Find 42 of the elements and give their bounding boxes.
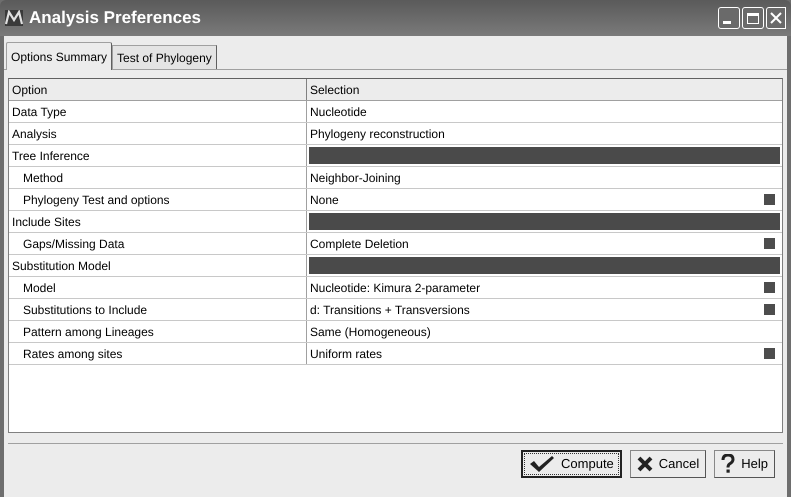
- options-marker[interactable]: [764, 238, 775, 249]
- question-mark-icon: [721, 454, 736, 474]
- close-button[interactable]: [766, 7, 786, 29]
- selection-text[interactable]: Complete Deletion: [310, 234, 409, 252]
- option-text: Substitution Model: [11, 258, 111, 274]
- selection-text[interactable]: Uniform rates: [310, 344, 382, 362]
- option-text: Tree Inference: [11, 148, 90, 164]
- tab[interactable]: Test of Phylogeny: [112, 45, 217, 69]
- column-header[interactable]: Selection: [307, 79, 782, 100]
- compute-button[interactable]: Compute: [521, 450, 622, 478]
- minimize-button[interactable]: [718, 7, 740, 29]
- options-marker[interactable]: [764, 282, 775, 293]
- selection-text[interactable]: Phylogeny reconstruction: [310, 124, 445, 142]
- options-marker[interactable]: [764, 304, 775, 315]
- option-text: Data Type: [11, 104, 66, 120]
- tab[interactable]: Options Summary: [6, 42, 112, 70]
- selection-text[interactable]: Nucleotide: Kimura 2-parameter: [310, 278, 480, 296]
- option-text: Pattern among Lineages: [22, 324, 154, 340]
- selection-text[interactable]: None: [310, 190, 339, 208]
- option-text: Include Sites: [11, 214, 81, 230]
- option-text: Substitutions to Include: [22, 302, 148, 318]
- help-button[interactable]: Help: [714, 450, 775, 478]
- x-icon: [636, 456, 653, 472]
- selection-text[interactable]: Same (Homogeneous): [310, 322, 431, 340]
- selection-text[interactable]: d: Transitions + Transversions: [310, 300, 470, 318]
- options-marker[interactable]: [764, 348, 775, 359]
- column-header[interactable]: Option: [9, 79, 307, 100]
- option-text: Rates among sites: [22, 346, 122, 362]
- option-text: Gaps/Missing Data: [22, 236, 124, 252]
- close-icon: [770, 12, 782, 24]
- selection-text[interactable]: Neighbor-Joining: [310, 168, 401, 186]
- option-text: Method: [22, 170, 64, 186]
- selection-text[interactable]: Nucleotide: [310, 102, 367, 120]
- window-title: Analysis Preferences: [29, 7, 201, 30]
- options-marker[interactable]: [764, 194, 775, 205]
- checkmark-icon: [529, 454, 556, 472]
- option-text: Model: [22, 280, 56, 296]
- option-text: Analysis: [11, 126, 57, 142]
- app-logo-icon: [5, 10, 23, 26]
- maximize-button[interactable]: [742, 7, 764, 29]
- option-text: Phylogeny Test and options: [22, 192, 170, 208]
- cancel-button[interactable]: Cancel: [630, 450, 706, 478]
